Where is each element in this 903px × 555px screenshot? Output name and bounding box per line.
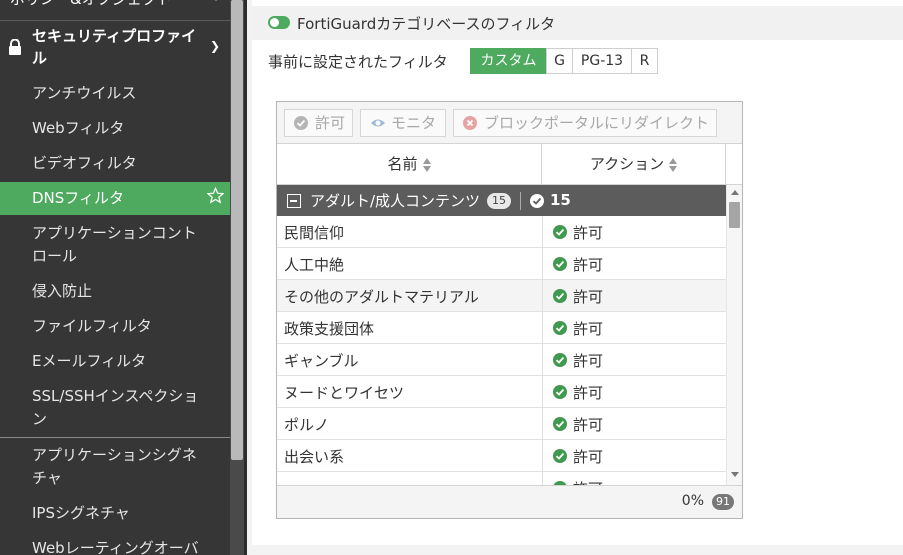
row-name: ポルノ — [284, 416, 330, 434]
table-row[interactable]: ポルノ 許可 — [277, 408, 726, 440]
allow-button[interactable]: 許可 — [284, 109, 353, 137]
preset-filter-label: 事前に設定されたフィルタ — [268, 53, 448, 71]
row-name: 政策支援団体 — [284, 320, 375, 338]
table-row[interactable]: 出会い系 許可 — [277, 440, 726, 472]
check-circle-icon — [553, 385, 567, 399]
chevron-down-icon: ❯ — [209, 39, 220, 53]
row-action[interactable]: 許可 — [542, 216, 726, 247]
table-row[interactable]: その他のアダルトマテリアル 許可 — [277, 280, 726, 312]
row-name: ヌードとワイセツ — [284, 384, 405, 402]
panel-title: FortiGuardカテゴリベースのフィルタ — [297, 15, 556, 33]
panel-header: FortiGuardカテゴリベースのフィルタ — [252, 6, 903, 40]
sidebar-item-antivirus[interactable]: アンチウイルス — [0, 82, 230, 105]
panel-bottom-strip — [247, 545, 903, 555]
preset-custom-button[interactable]: カスタム — [470, 48, 547, 74]
sidebar-item-ips-signatures[interactable]: IPSシグネチャ — [0, 502, 230, 525]
sidebar-section-security-profiles[interactable]: セキュリティプロファイル ❯ — [0, 20, 230, 72]
sidebar-item-policy-objects[interactable]: ポリシー&オブジェクト › — [0, 0, 230, 10]
row-action[interactable]: 許可 — [542, 248, 726, 279]
check-circle-icon — [294, 116, 308, 130]
column-header-action[interactable]: アクション — [542, 144, 726, 184]
group-allowed-count: 15 — [550, 191, 571, 209]
check-circle-icon — [530, 194, 544, 208]
sidebar-item-ips[interactable]: 侵入防止 — [0, 280, 230, 303]
toggle-knob — [270, 18, 279, 27]
chevron-right-icon: › — [214, 0, 220, 6]
sidebar: ポリシー&オブジェクト › セキュリティプロファイル ❯ アンチウイルス Web… — [0, 0, 230, 555]
progress-percent: 0% — [681, 493, 704, 509]
sidebar-item-web-rating-override[interactable]: Webレーティングオーバ — [0, 537, 230, 555]
row-name: 出会い系 — [284, 448, 345, 466]
row-action[interactable]: 許可 — [542, 408, 726, 439]
section-title: セキュリティプロファイル — [32, 27, 197, 67]
total-count-badge: 91 — [712, 494, 734, 510]
check-circle-icon — [553, 353, 567, 367]
table-row[interactable]: ギャンブル 許可 — [277, 344, 726, 376]
check-circle-icon — [553, 225, 567, 239]
sidebar-item-appcontrol[interactable]: アプリケーションコント ロール — [0, 222, 230, 268]
preset-r-button[interactable]: R — [631, 48, 658, 74]
row-action[interactable]: 許可 — [542, 440, 726, 471]
group-separator — [520, 192, 521, 210]
row-action[interactable]: 許可 — [542, 376, 726, 407]
row-action[interactable]: 許可 — [542, 344, 726, 375]
sidebar-item-emailfilter[interactable]: Eメールフィルタ — [0, 350, 230, 373]
sidebar-item-webfilter[interactable]: Webフィルタ — [0, 117, 230, 140]
table-row[interactable]: 許可 — [277, 472, 726, 485]
table-footer: 0% 91 — [277, 485, 742, 518]
check-circle-icon — [553, 289, 567, 303]
sidebar-item-dnsfilter[interactable]: DNSフィルタ — [0, 182, 230, 215]
table-row[interactable]: ヌードとワイセツ 許可 — [277, 376, 726, 408]
row-action[interactable]: 許可 — [542, 312, 726, 343]
check-circle-icon — [553, 449, 567, 463]
sidebar-item-app-signatures[interactable]: アプリケーションシグネ チャ — [0, 444, 230, 490]
row-name: その他のアダルトマテリアル — [284, 288, 479, 306]
column-header-name[interactable]: 名前 — [277, 144, 542, 184]
redirect-block-portal-button[interactable]: ブロックポータルにリダイレクト — [453, 109, 717, 137]
preset-pg13-button[interactable]: PG-13 — [572, 48, 632, 74]
sidebar-divider — [0, 437, 230, 438]
eye-icon — [371, 119, 385, 127]
table-scrollbar[interactable] — [726, 185, 742, 485]
sidebar-item-videofilter[interactable]: ビデオフィルタ — [0, 152, 230, 175]
group-count-badge: 15 — [487, 193, 511, 209]
preset-g-button[interactable]: G — [546, 48, 573, 74]
table-row[interactable]: 人工中絶 許可 — [277, 248, 726, 280]
scroll-up-icon[interactable] — [731, 190, 739, 195]
monitor-button[interactable]: モニタ — [360, 109, 446, 137]
star-icon[interactable] — [207, 187, 224, 204]
table-toolbar: 許可 モニタ ブロックポータルにリダイレクト — [277, 102, 742, 144]
scroll-down-icon[interactable] — [731, 472, 739, 477]
sort-icon — [669, 157, 678, 172]
row-action[interactable]: 許可 — [542, 472, 726, 485]
row-action[interactable]: 許可 — [542, 280, 726, 311]
category-table: 許可 モニタ ブロックポータルにリダイレクト 名前 アクション アダルト/成人コ… — [276, 101, 743, 519]
table-body: アダルト/成人コンテンツ 15 15 民間信仰 許可 人工中絶 許可 その他のア… — [277, 185, 726, 485]
row-name: 民間信仰 — [284, 224, 345, 242]
sidebar-item-label: ポリシー&オブジェクト — [10, 0, 172, 8]
sidebar-scrollbar[interactable] — [230, 0, 244, 555]
check-circle-icon — [553, 321, 567, 335]
row-name: ギャンブル — [284, 352, 359, 370]
main-content: FortiGuardカテゴリベースのフィルタ 事前に設定されたフィルタ カスタム… — [247, 0, 903, 555]
sidebar-scrollbar-thumb[interactable] — [231, 0, 243, 460]
row-name: 人工中絶 — [284, 256, 345, 274]
app-root: ポリシー&オブジェクト › セキュリティプロファイル ❯ アンチウイルス Web… — [0, 0, 903, 555]
block-circle-icon — [463, 116, 477, 130]
table-row[interactable]: 民間信仰 許可 — [277, 216, 726, 248]
sidebar-item-ssl-inspection[interactable]: SSL/SSHインスペクショ ン — [0, 385, 230, 431]
check-circle-icon — [553, 257, 567, 271]
collapse-icon[interactable] — [287, 194, 301, 208]
group-name: アダルト/成人コンテンツ — [310, 192, 481, 210]
sort-icon — [422, 157, 431, 172]
check-circle-icon — [553, 417, 567, 431]
fortiguard-filter-panel: FortiGuardカテゴリベースのフィルタ 事前に設定されたフィルタ カスタム… — [252, 0, 903, 545]
table-scrollbar-thumb[interactable] — [729, 202, 740, 228]
lock-icon — [9, 39, 21, 55]
sidebar-item-filefilter[interactable]: ファイルフィルタ — [0, 315, 230, 338]
fortiguard-filter-toggle[interactable] — [268, 16, 290, 29]
group-row-adult[interactable]: アダルト/成人コンテンツ 15 15 — [277, 185, 726, 216]
table-row[interactable]: 政策支援団体 許可 — [277, 312, 726, 344]
table-header: 名前 アクション — [277, 144, 742, 185]
